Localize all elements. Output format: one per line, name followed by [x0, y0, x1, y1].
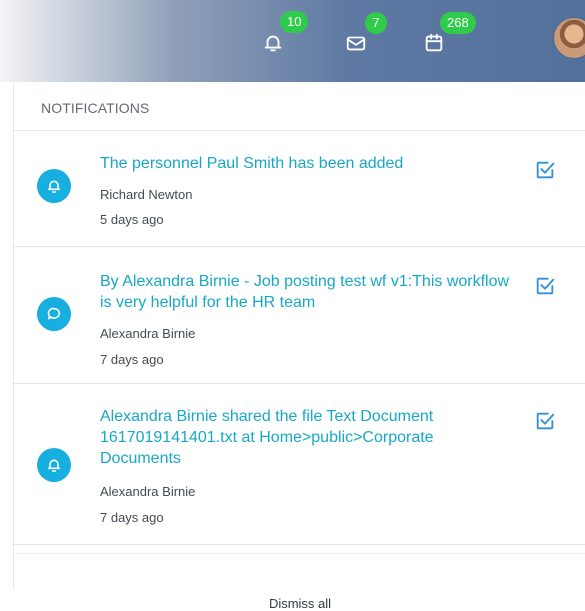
calendar-icon[interactable] — [423, 32, 445, 54]
notification-author: Alexandra Birnie — [100, 484, 196, 499]
notification-time: 7 days ago — [100, 352, 164, 367]
user-avatar[interactable] — [554, 18, 585, 58]
notification-count-badge: 10 — [280, 11, 309, 33]
notification-text[interactable]: By Alexandra Birnie - Job posting test w… — [100, 271, 515, 313]
notification-text[interactable]: The personnel Paul Smith has been added — [100, 153, 515, 174]
divider — [14, 553, 585, 554]
notification-text[interactable]: Alexandra Birnie shared the file Text Do… — [100, 406, 515, 469]
mark-read-icon[interactable] — [534, 410, 556, 432]
notification-item[interactable]: The personnel Paul Smith has been added … — [14, 131, 585, 246]
panel-title: NOTIFICATIONS — [41, 100, 150, 116]
notification-item[interactable]: By Alexandra Birnie - Job posting test w… — [14, 247, 585, 383]
notification-comment-icon — [37, 297, 71, 331]
mark-read-icon[interactable] — [534, 275, 556, 297]
dismiss-all-button[interactable]: Dismiss all — [14, 596, 585, 611]
notification-time: 7 days ago — [100, 510, 164, 525]
message-count-badge: 7 — [365, 12, 387, 34]
notification-author: Richard Newton — [100, 187, 193, 202]
notification-time: 5 days ago — [100, 212, 164, 227]
notification-bell-icon — [37, 448, 71, 482]
mark-read-icon[interactable] — [534, 159, 556, 181]
bell-icon[interactable] — [262, 32, 284, 54]
mail-icon[interactable] — [345, 32, 367, 54]
notification-bell-icon — [37, 169, 71, 203]
top-bar: 10 7 268 — [0, 0, 585, 82]
calendar-count-badge: 268 — [440, 12, 476, 34]
divider — [14, 544, 585, 545]
notification-item[interactable]: Alexandra Birnie shared the file Text Do… — [14, 384, 585, 544]
notifications-panel: NOTIFICATIONS The personnel Paul Smith h… — [13, 82, 585, 611]
notification-author: Alexandra Birnie — [100, 326, 196, 341]
